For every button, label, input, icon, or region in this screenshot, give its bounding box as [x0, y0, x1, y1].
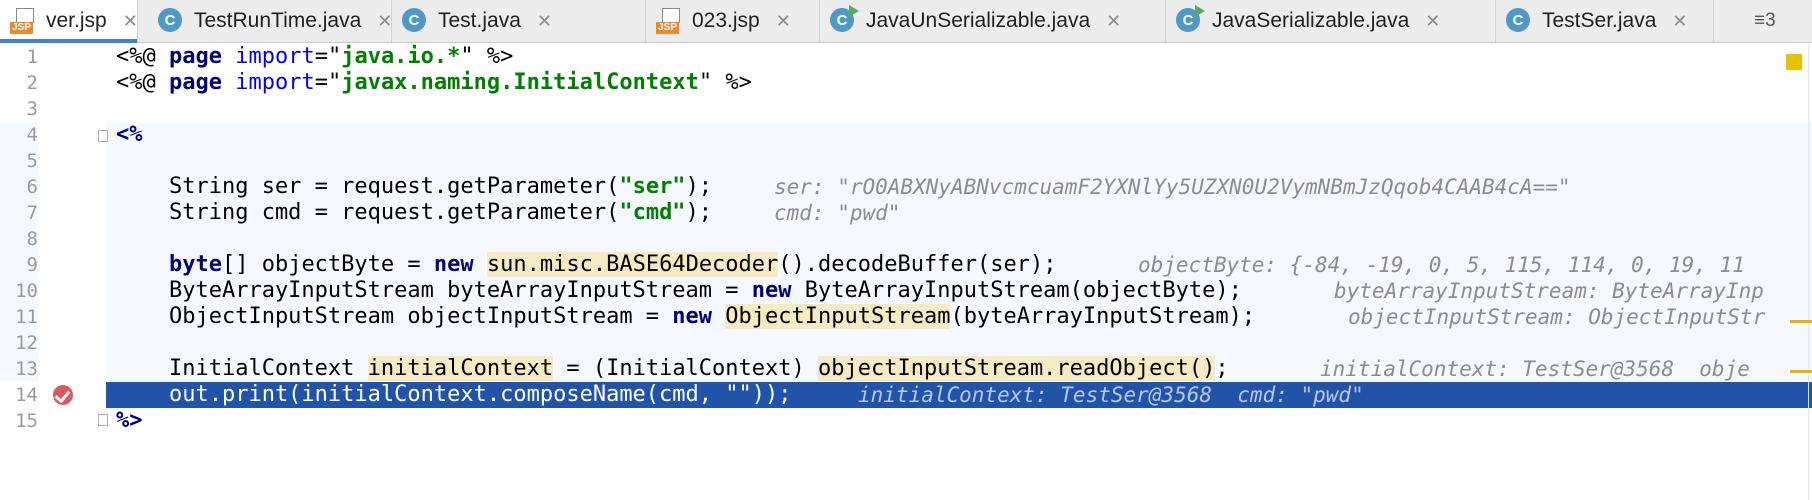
jsp-file-icon: JSP — [656, 8, 682, 34]
line-number: 3 — [26, 98, 38, 120]
line-number: 6 — [26, 176, 38, 198]
breakpoint-icon[interactable] — [53, 385, 73, 405]
line-number: 1 — [26, 46, 38, 68]
tab-javaserializable-java[interactable]: C JavaSerializable.java ✕ — [1166, 0, 1496, 42]
java-runnable-class-icon: C — [830, 5, 859, 34]
code-line: 3 — [0, 96, 1812, 122]
code-text: String ser = request.getParameter("ser")… — [116, 174, 713, 199]
code-text: out.print(initialContext.composeName(cmd… — [116, 382, 792, 407]
line-number: 4 — [26, 124, 38, 146]
ide-window: JSP ver.jsp ✕ C TestRunTime.java ✕ C Tes… — [0, 0, 1812, 500]
tab-label: TestRunTime.java — [194, 9, 362, 32]
fold-end-icon[interactable] — [98, 414, 108, 426]
code-line: 7 String cmd = request.getParameter("cmd… — [0, 200, 1812, 226]
tab-label: JavaSerializable.java — [1212, 9, 1410, 32]
warning-status-icon[interactable] — [1786, 54, 1802, 70]
code-line: 9 byte[] objectByte = new sun.misc.BASE6… — [0, 252, 1812, 278]
debug-inline-value: byteArrayInputStream: ByteArrayInp — [1334, 279, 1764, 303]
editor-scrollbar-track[interactable] — [1808, 44, 1809, 500]
code-line: 11 ObjectInputStream objectInputStream =… — [0, 304, 1812, 330]
line-number: 7 — [26, 202, 38, 224]
code-line: 8 — [0, 226, 1812, 252]
warning-stripe-marker[interactable] — [1790, 370, 1812, 373]
code-text: <% — [116, 122, 143, 147]
java-runnable-class-icon: C — [1176, 5, 1205, 34]
code-text: InitialContext initialContext = (Initial… — [116, 356, 1229, 381]
tab-label: Test.java — [438, 9, 521, 32]
debug-inline-value: initialContext: TestSer@3568 cmd: "pwd" — [858, 383, 1364, 407]
code-text: %> — [116, 408, 143, 433]
line-number: 11 — [15, 306, 38, 328]
debug-inline-value: objectInputStream: ObjectInputStr — [1348, 305, 1766, 329]
tab-overflow-label: ≡3 — [1754, 10, 1776, 31]
code-line: 2 <%@ page import="javax.naming.InitialC… — [0, 70, 1812, 96]
tab-overflow-button[interactable]: ≡3 — [1750, 0, 1812, 42]
close-icon[interactable]: ✕ — [537, 11, 552, 32]
java-class-icon: C — [1506, 8, 1532, 34]
tab-ver-jsp[interactable]: JSP ver.jsp ✕ — [0, 0, 138, 43]
code-line: 1 <%@ page import="java.io.*" %> — [0, 44, 1812, 70]
line-number: 13 — [15, 358, 38, 380]
code-line: 6 String ser = request.getParameter("ser… — [0, 174, 1812, 200]
code-line: 12 — [0, 330, 1812, 356]
fold-icon[interactable] — [98, 130, 108, 142]
code-line: 10 ByteArrayInputStream byteArrayInputSt… — [0, 278, 1812, 304]
code-text: ObjectInputStream objectInputStream = ne… — [116, 304, 1256, 329]
code-line: 5 — [0, 148, 1812, 174]
debug-inline-value: cmd: "pwd" — [774, 201, 901, 225]
line-number: 10 — [15, 280, 38, 302]
close-icon[interactable]: ✕ — [1672, 11, 1687, 32]
line-number: 5 — [26, 150, 38, 172]
tab-label: JavaUnSerializable.java — [866, 9, 1091, 32]
line-number: 15 — [15, 410, 38, 432]
code-text: String cmd = request.getParameter("cmd")… — [116, 200, 713, 225]
code-line: 4 <% — [0, 122, 1812, 148]
line-number: 12 — [15, 332, 38, 354]
code-editor[interactable]: 1 <%@ page import="java.io.*" %> 2 <%@ p… — [0, 44, 1812, 500]
code-line: 15 %> — [0, 408, 1812, 434]
line-number: 9 — [26, 254, 38, 276]
tab-label: 023.jsp — [692, 9, 760, 32]
debug-inline-value: initialContext: TestSer@3568 obje — [1320, 357, 1750, 381]
tab-023-jsp[interactable]: JSP 023.jsp ✕ — [646, 0, 820, 42]
tab-javaunserializable-java[interactable]: C JavaUnSerializable.java ✕ — [820, 0, 1166, 42]
jsp-file-icon: JSP — [10, 8, 36, 34]
java-class-icon: C — [402, 8, 428, 34]
close-icon[interactable]: ✕ — [1425, 11, 1440, 32]
warning-stripe-marker[interactable] — [1790, 320, 1812, 323]
close-icon[interactable]: ✕ — [776, 11, 791, 32]
line-number: 2 — [26, 72, 38, 94]
current-execution-line: 14 out.print(initialContext.composeName(… — [0, 382, 1812, 408]
debug-inline-value: ser: "rO0ABXNyABNvcmcuamF2YXNlYy5UZXN0U2… — [774, 175, 1571, 199]
close-icon[interactable]: ✕ — [1106, 11, 1121, 32]
editor-tab-bar: JSP ver.jsp ✕ C TestRunTime.java ✕ C Tes… — [0, 0, 1812, 43]
code-line: 13 InitialContext initialContext = (Init… — [0, 356, 1812, 382]
tab-label: TestSer.java — [1542, 9, 1657, 32]
code-text: byte[] objectByte = new sun.misc.BASE64D… — [168, 252, 1057, 277]
tab-testser-java[interactable]: C TestSer.java ✕ — [1496, 0, 1714, 42]
code-text: <%@ page import="java.io.*" %> — [116, 44, 514, 69]
line-number: 14 — [0, 382, 38, 408]
close-icon[interactable]: ✕ — [377, 11, 392, 32]
close-icon[interactable]: ✕ — [123, 11, 138, 32]
tab-test-java[interactable]: C Test.java ✕ — [392, 0, 646, 42]
code-text: ByteArrayInputStream byteArrayInputStrea… — [116, 278, 1242, 303]
java-class-icon: C — [158, 8, 184, 34]
debug-inline-value: objectByte: {-84, -19, 0, 5, 115, 114, 0… — [1138, 253, 1745, 277]
line-number: 8 — [26, 228, 38, 250]
tab-label: ver.jsp — [46, 9, 107, 32]
code-text: <%@ page import="javax.naming.InitialCon… — [116, 70, 752, 95]
tab-testruntime-java[interactable]: C TestRunTime.java ✕ — [148, 0, 392, 42]
